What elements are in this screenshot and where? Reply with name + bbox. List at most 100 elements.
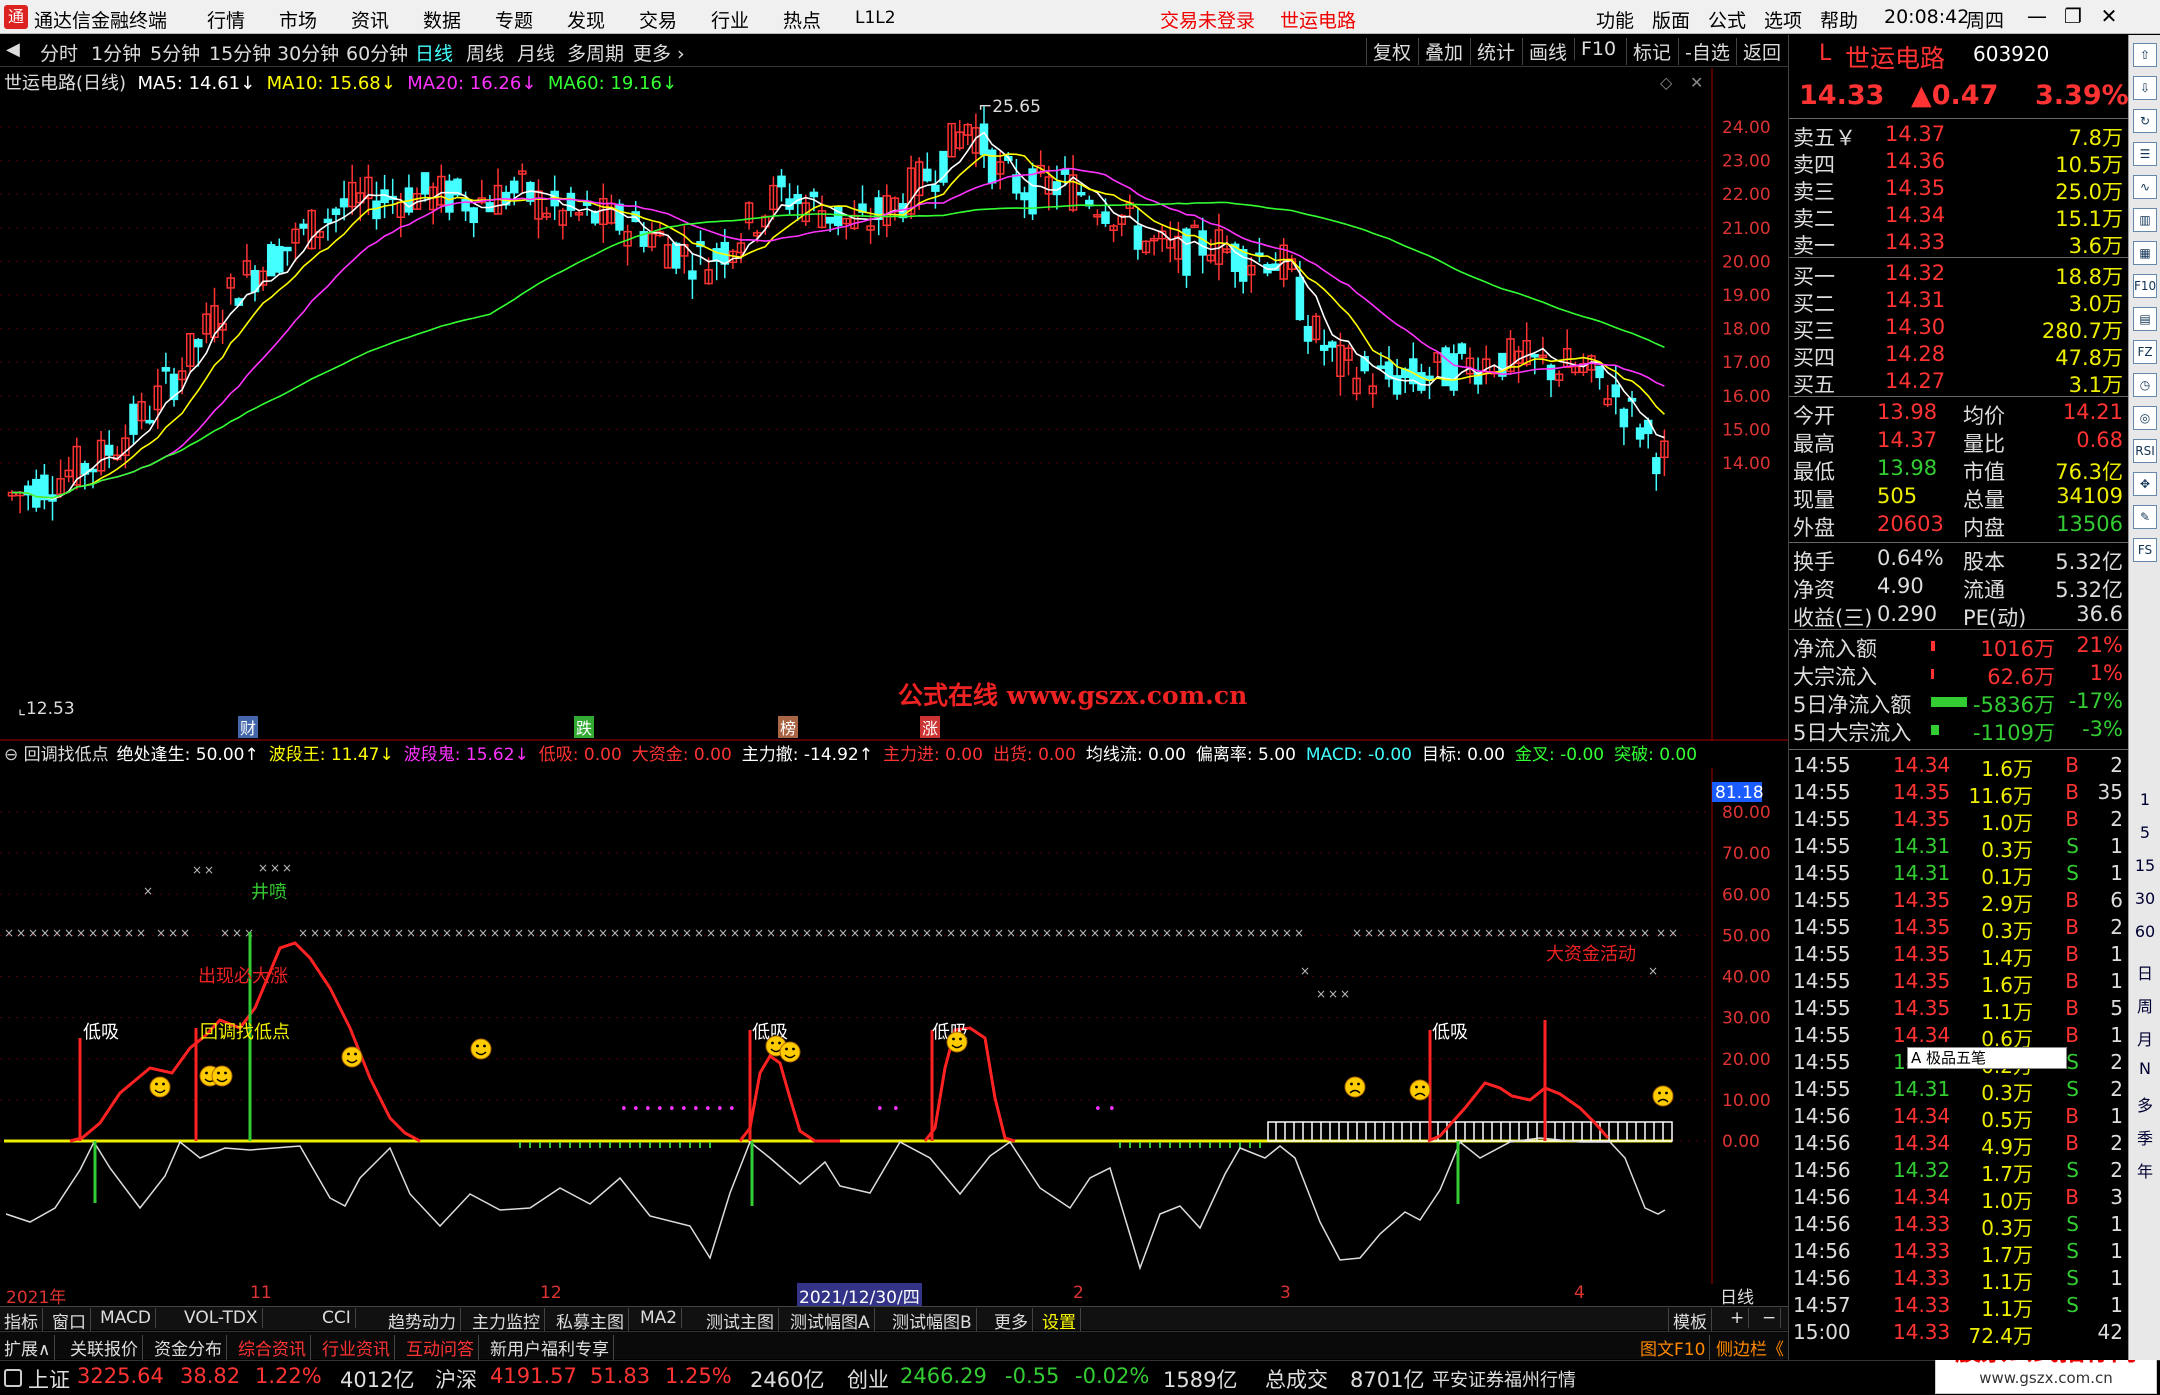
candle-body[interactable] — [32, 478, 41, 508]
candle-body[interactable] — [1060, 169, 1070, 175]
indicator-tab-13[interactable]: 设置 — [1038, 1308, 1081, 1333]
candle-body[interactable] — [104, 444, 114, 456]
candle-body[interactable] — [671, 242, 681, 269]
ask-row-2[interactable]: 卖二 14.34 15.1万 — [1793, 203, 2123, 231]
indicator-tab-2[interactable]: MACD — [96, 1308, 156, 1328]
candle-body[interactable] — [979, 123, 989, 156]
bid-row-3[interactable]: 买三 14.30 280.7万 — [1793, 315, 2123, 343]
fs-icon[interactable]: FS — [2133, 538, 2157, 562]
sz-name[interactable]: 沪深 — [435, 1364, 477, 1394]
btn-fuquan[interactable]: 复权 — [1366, 38, 1417, 65]
candle-body[interactable] — [299, 223, 308, 229]
doc-icon[interactable]: ▤ — [2133, 307, 2157, 331]
candle-body[interactable] — [1028, 168, 1037, 215]
btn-huaxian[interactable]: 画线 — [1522, 38, 1573, 65]
tab-add-icon[interactable]: + — [1726, 1308, 1750, 1328]
candle-body[interactable] — [1295, 276, 1305, 321]
login-status[interactable]: 交易未登录 — [1160, 6, 1255, 33]
candle-body[interactable] — [1303, 325, 1313, 342]
chart-icon[interactable]: ∿ — [2133, 175, 2157, 199]
candle-body[interactable] — [825, 216, 835, 224]
menu-gongneng[interactable]: 功能 — [1596, 6, 1634, 33]
period-fenshi[interactable]: 分时 — [40, 39, 78, 66]
period-15min[interactable]: 15分钟 — [209, 39, 271, 66]
diamond-icon[interactable]: ◇ — [1660, 73, 1673, 92]
candle-body[interactable] — [1635, 427, 1645, 440]
grid-icon[interactable]: ▦ — [2133, 241, 2157, 265]
period-daily[interactable]: 日线 — [415, 39, 453, 66]
bottom-tab-1[interactable]: 关联报价 — [66, 1335, 143, 1360]
period-btn-6[interactable]: 年 — [2133, 1158, 2157, 1182]
bid-row-1[interactable]: 买一 14.32 18.8万 — [1793, 261, 2123, 289]
restore-icon[interactable]: ❐ — [2056, 2, 2090, 30]
candle-body[interactable] — [331, 208, 341, 216]
btn-biaoji[interactable]: 标记 — [1626, 38, 1677, 65]
candle-body[interactable] — [283, 246, 292, 252]
period-1min[interactable]: 1分钟 — [91, 39, 141, 66]
candle-body[interactable] — [445, 180, 454, 213]
candle-body[interactable] — [339, 198, 349, 208]
ime-popup[interactable]: A 极品五笔 — [1907, 1047, 2067, 1069]
period-btn-4[interactable]: 多 — [2133, 1092, 2157, 1116]
f10-icon[interactable]: F10 — [2133, 274, 2157, 298]
bottom-tab-5[interactable]: 互动问答 — [402, 1335, 479, 1360]
candle-body[interactable] — [1376, 365, 1386, 369]
side-tab-0[interactable]: 图文F10 — [1636, 1335, 1711, 1360]
menu-shuju[interactable]: 数据 — [423, 6, 461, 33]
candle-body[interactable] — [194, 339, 203, 348]
period-5min[interactable]: 5分钟 — [150, 39, 200, 66]
ask-row-1[interactable]: 卖一 14.33 3.6万 — [1793, 230, 2123, 258]
event-marker-2[interactable]: 榜 — [780, 719, 796, 738]
fz-icon[interactable]: FZ — [2133, 340, 2157, 364]
menu-gongshi[interactable]: 公式 — [1708, 6, 1746, 33]
candle-body[interactable] — [275, 245, 284, 273]
list-icon[interactable]: ☰ — [2133, 142, 2157, 166]
candle-body[interactable] — [1133, 225, 1143, 250]
period-monthly[interactable]: 月线 — [517, 39, 555, 66]
candle-body[interactable] — [1652, 457, 1661, 475]
btn-zixuan[interactable]: -自选 — [1678, 38, 1736, 65]
period-btn-3[interactable]: N — [2133, 1059, 2157, 1078]
ask-row-3[interactable]: 卖三 14.35 25.0万 — [1793, 176, 2123, 204]
candle-body[interactable] — [145, 419, 154, 424]
period-multi[interactable]: 多周期 — [567, 39, 624, 66]
indicator-tab-5[interactable]: 趋势动力 — [384, 1308, 461, 1333]
candlestick-chart[interactable]: 24.00 23.00 22.00 21.00 20.00 19.00 18.00 17.00… — [0, 68, 1788, 741]
period-weekly[interactable]: 周线 — [466, 39, 504, 66]
btn-diejia[interactable]: 叠加 — [1418, 38, 1469, 65]
bottom-tab-3[interactable]: 综合资讯 — [234, 1335, 311, 1360]
indicator-tab-9[interactable]: 测试主图 — [702, 1308, 779, 1333]
menu-banmian[interactable]: 版面 — [1652, 6, 1690, 33]
candle-body[interactable] — [40, 474, 49, 501]
period-more[interactable]: 更多 › — [633, 39, 685, 66]
candle-body[interactable] — [688, 270, 697, 280]
btn-f10[interactable]: F10 — [1574, 38, 1622, 60]
close-panel-icon[interactable]: ✕ — [1690, 73, 1703, 92]
indicator-collapse-icon[interactable]: ⊖ — [4, 745, 24, 765]
side-tab-1[interactable]: 侧边栏《 — [1712, 1335, 1789, 1360]
bid-row-4[interactable]: 买四 14.28 47.8万 — [1793, 342, 2123, 370]
menu-zhuanti[interactable]: 专题 — [495, 6, 533, 33]
template-tab[interactable]: 模板 — [1668, 1308, 1712, 1333]
move-icon[interactable]: ✥ — [2133, 472, 2157, 496]
candle-body[interactable] — [161, 367, 171, 372]
menu-jiaoyi[interactable]: 交易 — [639, 6, 677, 33]
up-arrow-icon[interactable]: ⇧ — [2133, 43, 2157, 67]
tab-remove-icon[interactable]: − — [1758, 1308, 1782, 1328]
event-marker-3[interactable]: 涨 — [922, 719, 938, 738]
candle-body[interactable] — [469, 207, 478, 224]
rsi-icon[interactable]: RSI — [2133, 439, 2157, 463]
candle-body[interactable] — [1449, 353, 1459, 391]
minute-period-30[interactable]: 30 — [2133, 889, 2157, 908]
minute-period-15[interactable]: 15 — [2133, 856, 2157, 875]
candle-body[interactable] — [931, 184, 940, 192]
minimize-icon[interactable]: — — [2020, 2, 2054, 30]
candle-body[interactable] — [1012, 174, 1021, 194]
ask-row-5[interactable]: 卖五￥ 14.37 7.8万 — [1793, 122, 2123, 150]
menu-zixun[interactable]: 资讯 — [351, 6, 389, 33]
event-marker-1[interactable]: 跌 — [576, 719, 592, 738]
period-30min[interactable]: 30分钟 — [277, 39, 339, 66]
candle-body[interactable] — [372, 200, 381, 220]
pen-icon[interactable]: ✎ — [2133, 505, 2157, 529]
menu-l1l2[interactable]: L1L2 — [855, 8, 896, 28]
